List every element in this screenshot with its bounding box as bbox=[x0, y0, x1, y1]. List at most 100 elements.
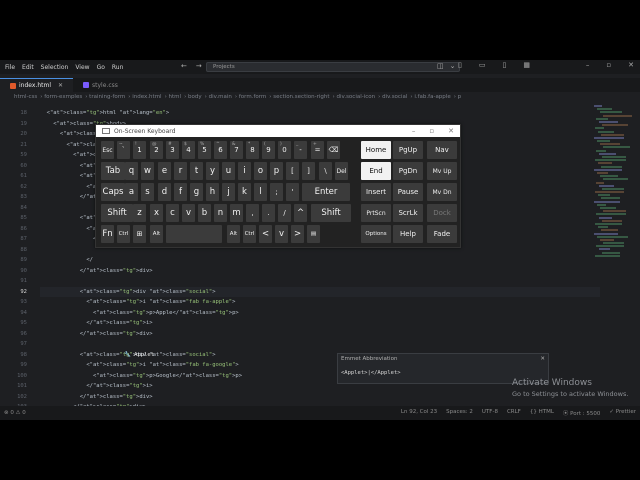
key-n1[interactable]: 1! bbox=[133, 141, 146, 159]
key-win[interactable]: ⊞ bbox=[133, 225, 146, 243]
key-comma[interactable]: , bbox=[246, 204, 259, 222]
osk-maximize-icon[interactable]: ▫ bbox=[429, 127, 434, 135]
forward-arrow-icon[interactable]: → bbox=[196, 62, 202, 70]
key-j[interactable]: j bbox=[222, 183, 235, 201]
emmet-close-icon[interactable]: ✕ bbox=[540, 356, 545, 362]
breadcrumb-item[interactable]: div.main bbox=[209, 94, 232, 100]
key-period[interactable]: . bbox=[262, 204, 275, 222]
key-quote[interactable]: ' bbox=[286, 183, 299, 201]
key-v[interactable]: v bbox=[182, 204, 195, 222]
key-n3[interactable]: 3 # bbox=[166, 141, 179, 159]
key-options[interactable]: Options bbox=[361, 225, 391, 243]
code-line[interactable]: </"at">class="tg">i> bbox=[40, 318, 600, 329]
key-alt-r[interactable]: Alt bbox=[227, 225, 240, 243]
tab-close-icon[interactable]: ✕ bbox=[58, 82, 63, 89]
code-line[interactable]: <"at">class="tg">div "at">class="social"… bbox=[40, 286, 600, 297]
tab-style-css[interactable]: style.css bbox=[73, 78, 128, 92]
key-n9[interactable]: 9( bbox=[262, 141, 275, 159]
layout-right-icon[interactable]: ▯ bbox=[503, 61, 507, 69]
key-del[interactable]: Del bbox=[335, 162, 348, 180]
status-encoding[interactable]: UTF-8 bbox=[482, 409, 498, 417]
key-x[interactable]: x bbox=[150, 204, 163, 222]
breadcrumb-item[interactable]: p bbox=[458, 94, 462, 100]
key-n7[interactable]: 7 & bbox=[230, 141, 243, 159]
status-prettier[interactable]: ✓ Prettier bbox=[609, 409, 636, 417]
key-y[interactable]: y bbox=[206, 162, 219, 180]
key-enter[interactable]: Enter bbox=[302, 183, 350, 201]
key-q[interactable]: q bbox=[125, 162, 138, 180]
autocomplete-suggestion[interactable]: 🔧 Applet bbox=[124, 352, 154, 358]
key-d[interactable]: d bbox=[158, 183, 171, 201]
key-shift-r[interactable]: Shift bbox=[311, 204, 351, 222]
layout-sidebar-icon[interactable]: ▯ bbox=[458, 61, 462, 69]
key-semi[interactable]: ; bbox=[270, 183, 283, 201]
key-o[interactable]: o bbox=[254, 162, 267, 180]
code-line[interactable]: <"at">class="tg">i "at">class="fab fa-ap… bbox=[40, 297, 600, 308]
problems-indicator[interactable]: ⊗ 0 ⚠ 0 bbox=[4, 410, 26, 416]
layout-panel-icon[interactable]: ▭ bbox=[479, 61, 486, 69]
key-l[interactable]: l bbox=[254, 183, 267, 201]
key-p[interactable]: p bbox=[270, 162, 283, 180]
key-pause[interactable]: Pause bbox=[393, 183, 423, 201]
breadcrumb-item[interactable]: div.social-icon bbox=[336, 94, 375, 100]
key-n8[interactable]: 8 * bbox=[246, 141, 259, 159]
key-n4[interactable]: 4 $ bbox=[182, 141, 195, 159]
status-indentation[interactable]: Spaces: 2 bbox=[446, 409, 473, 417]
key-slash[interactable]: / bbox=[278, 204, 291, 222]
breadcrumb-item[interactable]: html-css bbox=[14, 94, 37, 100]
command-center-search[interactable]: Projects bbox=[206, 62, 460, 72]
key-dock[interactable]: Dock bbox=[427, 204, 457, 222]
key-shift-l[interactable]: Shift bbox=[101, 204, 133, 222]
key-g[interactable]: g bbox=[190, 183, 203, 201]
code-line[interactable]: </ bbox=[40, 255, 600, 266]
key-pgdn[interactable]: PgDn bbox=[393, 162, 423, 180]
breadcrumb-item[interactable]: training-form bbox=[89, 94, 125, 100]
breadcrumb-item[interactable]: section.section-right bbox=[273, 94, 329, 100]
minimap[interactable] bbox=[594, 105, 634, 265]
key-caps[interactable]: Caps bbox=[101, 183, 125, 201]
key-space[interactable] bbox=[166, 225, 222, 243]
status-cursor-position[interactable]: Ln 92, Col 23 bbox=[401, 409, 437, 417]
key-fade[interactable]: Fade bbox=[427, 225, 457, 243]
breadcrumb-item[interactable]: form.form bbox=[239, 94, 266, 100]
menu-go[interactable]: Go bbox=[97, 64, 105, 71]
code-line[interactable] bbox=[40, 276, 600, 287]
breadcrumb-item[interactable]: html bbox=[169, 94, 182, 100]
menu-run[interactable]: Run bbox=[112, 64, 124, 71]
key-backspace[interactable]: ⌫ bbox=[327, 141, 340, 159]
key-n[interactable]: n bbox=[214, 204, 227, 222]
breadcrumb-item[interactable]: div.social bbox=[382, 94, 407, 100]
customize-layout-icon[interactable]: ▦ bbox=[523, 61, 530, 69]
key-pgup[interactable]: PgUp bbox=[393, 141, 423, 159]
key-alt-l[interactable]: Alt bbox=[150, 225, 163, 243]
key-t[interactable]: t bbox=[190, 162, 203, 180]
key-end[interactable]: End bbox=[361, 162, 391, 180]
key-k[interactable]: k bbox=[238, 183, 251, 201]
key-rbr[interactable]: ] bbox=[302, 162, 315, 180]
key-fn[interactable]: Fn bbox=[101, 225, 114, 243]
key-mvup[interactable]: Mv Up bbox=[427, 162, 457, 180]
key-s[interactable]: s bbox=[141, 183, 154, 201]
key-down[interactable]: v bbox=[275, 225, 288, 243]
key-prtscn[interactable]: PrtScn bbox=[361, 204, 391, 222]
key-minus[interactable]: - _ bbox=[294, 141, 307, 159]
key-w[interactable]: w bbox=[141, 162, 154, 180]
key-a[interactable]: a bbox=[125, 183, 138, 201]
key-nav[interactable]: Nav bbox=[427, 141, 457, 159]
menu-edit[interactable]: Edit bbox=[22, 64, 34, 71]
key-menu[interactable]: ▤ bbox=[307, 225, 320, 243]
key-insert[interactable]: Insert bbox=[361, 183, 391, 201]
key-n5[interactable]: 5% bbox=[198, 141, 211, 159]
breadcrumb-item[interactable]: i.fab.fa-apple bbox=[414, 94, 450, 100]
key-n6[interactable]: 6 ^ bbox=[214, 141, 227, 159]
key-up[interactable]: ^ bbox=[294, 204, 307, 222]
status-eol[interactable]: CRLF bbox=[507, 409, 521, 417]
copilot-icon[interactable]: ◫ bbox=[437, 62, 444, 70]
key-grave[interactable]: ` ~ bbox=[117, 141, 130, 159]
breadcrumb-item[interactable]: form-exmples bbox=[44, 94, 82, 100]
menu-selection[interactable]: Selection bbox=[41, 64, 69, 71]
key-scrlk[interactable]: ScrLk bbox=[393, 204, 423, 222]
key-esc[interactable]: Esc bbox=[101, 141, 114, 159]
key-equals[interactable]: = + bbox=[311, 141, 324, 159]
key-right[interactable]: > bbox=[291, 225, 304, 243]
